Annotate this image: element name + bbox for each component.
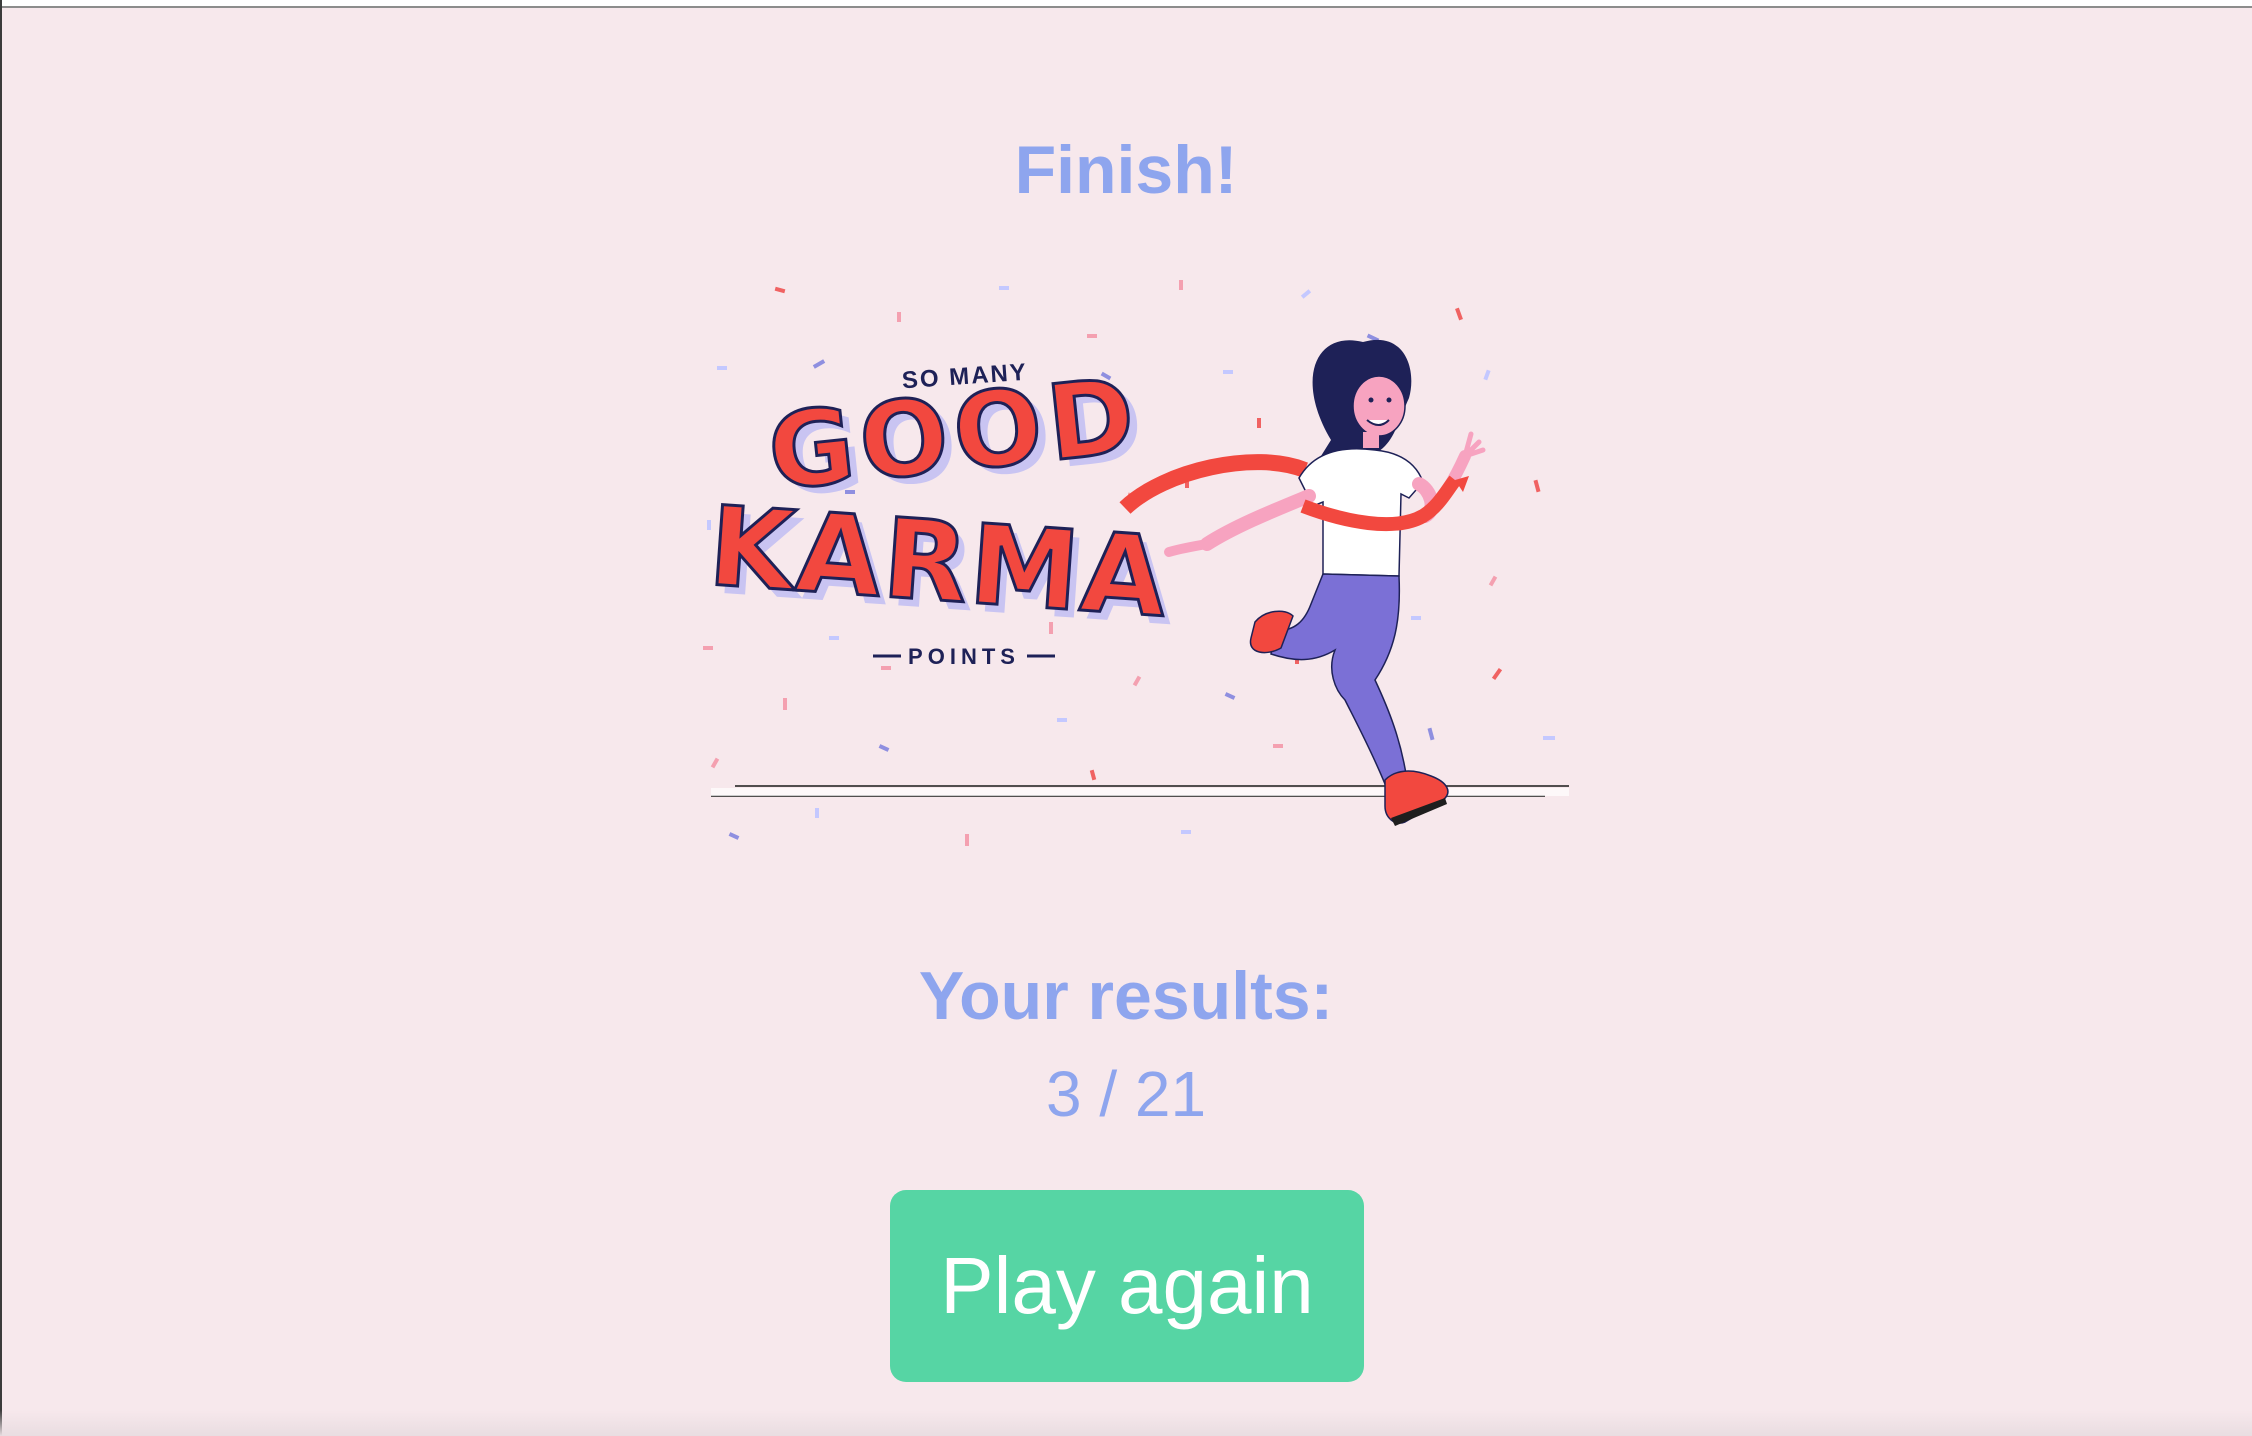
runner-figure: [1119, 339, 1486, 826]
badge-points-text: POINTS: [908, 644, 1020, 669]
window-left-border: [0, 0, 2, 1436]
finish-title: Finish!: [1014, 132, 1238, 208]
window-top-border: [0, 0, 2252, 8]
bottom-edge-shadow: [0, 1410, 2252, 1436]
play-again-button[interactable]: Play again: [890, 1190, 1364, 1382]
score-value: 3 / 21: [1045, 1058, 1207, 1130]
results-label: Your results:: [918, 958, 1334, 1034]
finish-illustration: SO MANY GOOD GOOD KARMA KARMA POINTS: [703, 280, 1569, 846]
